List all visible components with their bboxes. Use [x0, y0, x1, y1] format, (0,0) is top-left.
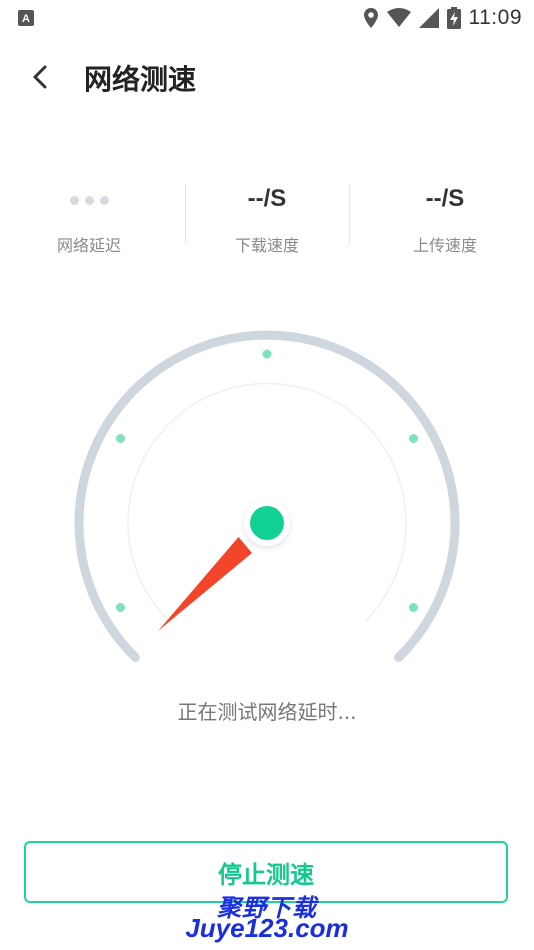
- test-status-text: 正在测试网络延时...: [177, 700, 357, 724]
- latency-label: 网络延迟: [56, 236, 121, 255]
- stat-divider: [349, 184, 350, 244]
- download-value: --/S: [247, 185, 287, 212]
- svg-text:A: A: [22, 13, 30, 25]
- stat-divider: [185, 184, 186, 244]
- clock: 11:09: [468, 6, 522, 29]
- gauge-tick: [262, 349, 272, 359]
- location-icon: [363, 8, 378, 28]
- gauge-tick: [409, 434, 418, 443]
- upload-stat: --/S 上传速度: [356, 182, 534, 255]
- watermark-url: Juye123.com: [185, 913, 349, 943]
- upload-label: 上传速度: [412, 236, 477, 255]
- upload-value: --/S: [425, 185, 465, 212]
- gauge-tick: [409, 603, 418, 612]
- signal-icon: [418, 8, 439, 28]
- gauge-needle: [158, 537, 252, 631]
- status-bar: A 11:09: [0, 0, 534, 36]
- chevron-left-icon: [33, 65, 47, 89]
- back-button[interactable]: [26, 62, 56, 92]
- download-label: 下载速度: [234, 236, 299, 255]
- loading-dots: [0, 182, 178, 214]
- speed-stats: 网络延迟 --/S 下载速度 --/S 上传速度: [0, 182, 534, 255]
- gauge-tick: [116, 603, 125, 612]
- a-icon: A: [18, 10, 34, 26]
- speed-gauge: [74, 330, 460, 662]
- latency-stat: 网络延迟: [0, 182, 178, 255]
- gauge-hub: [250, 506, 284, 540]
- gauge-tick: [116, 434, 125, 443]
- wifi-icon: [386, 8, 411, 27]
- battery-charging-icon: [446, 7, 461, 29]
- page-title: 网络测速: [84, 63, 197, 96]
- download-stat: --/S 下载速度: [178, 182, 356, 255]
- app-header: 网络测速: [0, 44, 534, 114]
- status-icons: 11:09: [363, 4, 523, 32]
